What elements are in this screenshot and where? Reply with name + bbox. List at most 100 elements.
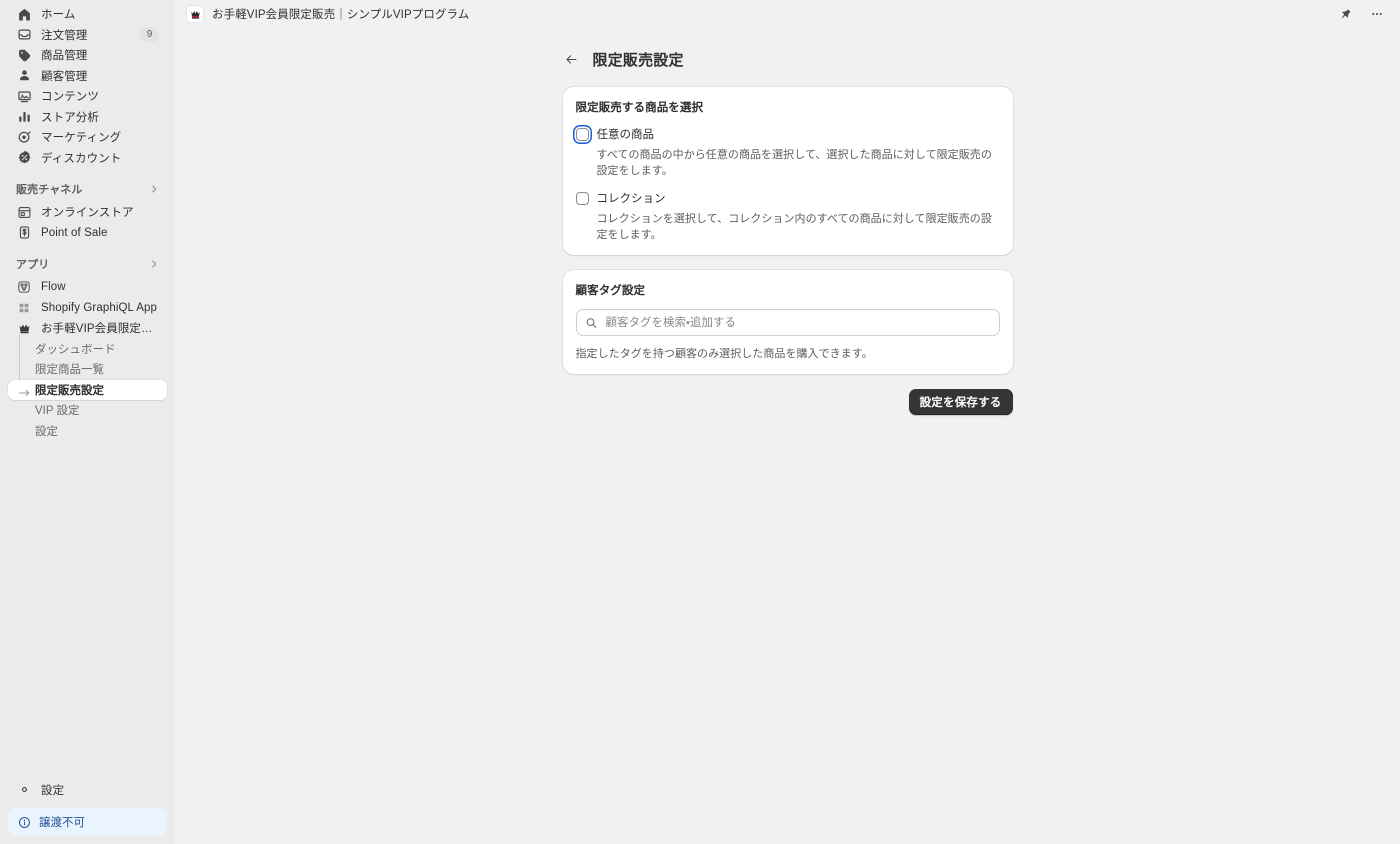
analytics-icon [16, 109, 32, 125]
apps-list: Flow Shopify GraphiQL App お手軽VIP会員限定販売｜シ… [0, 277, 175, 339]
sidebar-item-label: Point of Sale [41, 226, 108, 239]
sidebar-item-discounts[interactable]: ディスカウント [8, 148, 167, 169]
sidebar-item-label: ディスカウント [41, 152, 122, 165]
customers-icon [16, 68, 32, 84]
sidebar-subitem-label: ダッシュボード [35, 343, 116, 356]
sidebar-subitem-label: 設定 [35, 425, 58, 438]
choice-label: コレクション [596, 193, 666, 205]
sidebar-item-label: 商品管理 [41, 50, 88, 63]
page-actions: 設定を保存する [563, 389, 1013, 415]
customer-tag-search-wrap [575, 309, 1000, 336]
home-icon [16, 6, 32, 22]
section-title: アプリ [16, 259, 50, 271]
info-icon [18, 816, 31, 829]
section-title: 販売チャネル [16, 184, 83, 196]
card-title: 限定販売する商品を選択 [575, 102, 704, 114]
back-arrow-icon[interactable] [563, 50, 581, 68]
tree-arrow-icon [18, 385, 31, 396]
card-title: 顧客タグ設定 [575, 285, 646, 297]
customer-tag-card: 顧客タグ設定 指定したタグを持つ顧客のみ選択した商品を購入できます。 [562, 270, 1013, 374]
topbar-title: お手軽VIP会員限定販売｜シンプルVIPプログラム [212, 9, 470, 21]
sidebar-footer: 設定 譲渡不可 [0, 780, 175, 844]
sidebar-item-orders[interactable]: 注文管理 9 [8, 25, 167, 46]
customer-tag-help-text: 指定したタグを持つ顧客のみ選択した商品を購入できます。 [575, 348, 873, 360]
product-selection-card: 限定販売する商品を選択 任意の商品 すべての商品の中から任意の商品を選択して、選… [562, 87, 1013, 255]
sidebar-item-label: 注文管理 [41, 29, 88, 42]
save-button[interactable]: 設定を保存する [908, 389, 1013, 415]
sidebar-item-label: オンラインストア [41, 207, 134, 220]
choice-collection: コレクション コレクションを選択して、コレクション内のすべての商品に対して限定販… [575, 190, 1000, 242]
sales-channels-header[interactable]: 販売チャネル [0, 179, 175, 199]
app-root: ホーム 注文管理 9 商品管理 顧客管理 コンテンツ ストア分析 マーケティング… [0, 0, 1400, 844]
products-icon [16, 47, 32, 63]
sidebar-item-flow[interactable]: Flow [8, 277, 167, 298]
main-area: お手軽VIP会員限定販売｜シンプルVIPプログラム 限定販売設定 限定販売する商… [175, 0, 1400, 844]
sidebar-subitem-settings[interactable]: 設定 [8, 421, 167, 442]
sidebar-subitem-limited-sales-settings[interactable]: 限定販売設定 [8, 379, 167, 400]
apps-header[interactable]: アプリ [0, 254, 175, 274]
orders-icon [16, 27, 32, 43]
marketing-icon [16, 129, 32, 145]
sidebar-subitem-limited-products[interactable]: 限定商品一覧 [8, 359, 167, 380]
page-container: 限定販売設定 限定販売する商品を選択 任意の商品 すべての商品の中から任意の商品… [562, 44, 1013, 415]
sidebar-item-customers[interactable]: 顧客管理 [8, 66, 167, 87]
sidebar-item-label: コンテンツ [41, 91, 99, 104]
sidebar-item-marketing[interactable]: マーケティング [8, 127, 167, 148]
sidebar-item-label: お手軽VIP会員限定販売｜シ... [41, 323, 159, 336]
choice-row[interactable]: 任意の商品 [575, 126, 1000, 142]
topbar: お手軽VIP会員限定販売｜シンプルVIPプログラム [175, 0, 1400, 28]
more-icon[interactable] [1366, 4, 1388, 24]
content-icon [16, 88, 32, 104]
chevron-right-icon [149, 259, 159, 269]
sidebar-subitem-label: VIP 設定 [35, 405, 80, 418]
choice-label: 任意の商品 [596, 129, 655, 141]
sidebar-item-label: Shopify GraphiQL App [41, 301, 158, 314]
sidebar-subitem-dashboard[interactable]: ダッシュボード [8, 339, 167, 360]
choice-row[interactable]: コレクション [575, 190, 1000, 206]
sidebar: ホーム 注文管理 9 商品管理 顧客管理 コンテンツ ストア分析 マーケティング… [0, 0, 175, 844]
customer-tag-search-input[interactable] [575, 309, 1000, 336]
sidebar-item-label: Flow [41, 281, 66, 294]
sidebar-item-label: 設定 [41, 784, 65, 797]
sidebar-item-label: 顧客管理 [41, 70, 88, 83]
sidebar-item-label: マーケティング [41, 132, 122, 145]
flow-icon [16, 279, 32, 295]
sidebar-subitem-label: 限定商品一覧 [35, 364, 104, 377]
crown-icon [187, 6, 203, 22]
sidebar-item-online-store[interactable]: オンラインストア [8, 202, 167, 223]
app-subnav: ダッシュボード 限定商品一覧 限定販売設定 VIP 設定 設定 [0, 334, 175, 442]
choice-description: コレクションを選択して、コレクション内のすべての商品に対して限定販売の設定をしま… [596, 213, 992, 241]
sidebar-item-graphiql[interactable]: Shopify GraphiQL App [8, 298, 167, 319]
choice-description: すべての商品の中から任意の商品を選択して、選択した商品に対して限定販売の設定をし… [596, 149, 992, 177]
sidebar-item-settings[interactable]: 設定 [8, 780, 167, 801]
checkbox-any-product[interactable] [575, 127, 589, 141]
sidebar-subitem-label: 限定販売設定 [35, 384, 104, 397]
sidebar-primary-nav: ホーム 注文管理 9 商品管理 顧客管理 コンテンツ ストア分析 マーケティング… [0, 4, 175, 168]
sidebar-item-home[interactable]: ホーム [8, 4, 167, 25]
checkbox-collection[interactable] [575, 191, 589, 205]
sidebar-item-content[interactable]: コンテンツ [8, 86, 167, 107]
sidebar-item-label: ストア分析 [41, 111, 99, 124]
sidebar-item-vip-app[interactable]: お手軽VIP会員限定販売｜シ... [8, 318, 167, 339]
sidebar-item-label: ホーム [41, 9, 76, 22]
page-header: 限定販売設定 [563, 44, 1013, 74]
sidebar-item-products[interactable]: 商品管理 [8, 45, 167, 66]
discounts-icon [16, 150, 32, 166]
content-scroll-area: 限定販売設定 限定販売する商品を選択 任意の商品 すべての商品の中から任意の商品… [175, 28, 1400, 844]
sidebar-subitem-vip-settings[interactable]: VIP 設定 [8, 400, 167, 421]
transfer-restriction-banner[interactable]: 譲渡不可 [8, 808, 167, 836]
pin-icon[interactable] [1335, 4, 1357, 24]
pos-icon [16, 225, 32, 241]
orders-count-badge: 9 [140, 27, 159, 43]
page-title: 限定販売設定 [592, 51, 684, 69]
sales-channels-list: オンラインストア Point of Sale [0, 202, 175, 243]
online-store-icon [16, 204, 32, 220]
chevron-right-icon [149, 184, 159, 194]
sidebar-item-point-of-sale[interactable]: Point of Sale [8, 223, 167, 244]
sidebar-item-analytics[interactable]: ストア分析 [8, 107, 167, 128]
banner-label: 譲渡不可 [39, 817, 85, 829]
choice-any-product: 任意の商品 すべての商品の中から任意の商品を選択して、選択した商品に対して限定販… [575, 126, 1000, 178]
graphiql-icon [16, 300, 32, 316]
gear-icon [16, 782, 32, 798]
